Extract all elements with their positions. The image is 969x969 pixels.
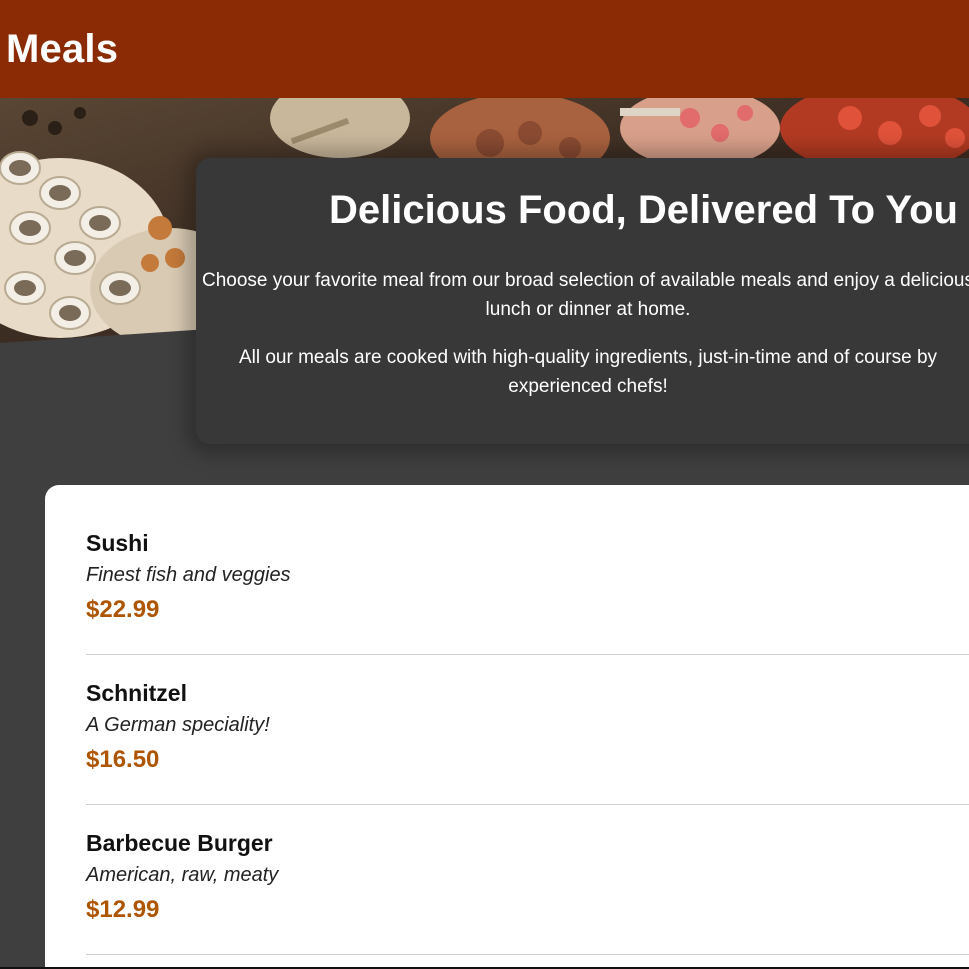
meals-list: Sushi Finest fish and veggies $22.99 Sch… <box>86 505 969 955</box>
app-header: Meals <box>0 0 969 98</box>
app-title: Meals <box>6 26 119 71</box>
meal-item-schnitzel: Schnitzel A German speciality! $16.50 <box>86 655 969 805</box>
meals-card: Sushi Finest fish and veggies $22.99 Sch… <box>45 485 969 969</box>
summary-paragraph-2: All our meals are cooked with high-quali… <box>238 347 938 397</box>
meal-name: Sushi <box>86 530 149 556</box>
summary-card: Delicious Food, Delivered To You Choose … <box>196 158 969 444</box>
meal-description: Finest fish and veggies <box>86 564 291 586</box>
meal-description: A German speciality! <box>86 714 270 736</box>
meal-item-sushi: Sushi Finest fish and veggies $22.99 <box>86 505 969 655</box>
meal-name: Barbecue Burger <box>86 830 273 856</box>
meal-price: $12.99 <box>86 896 160 923</box>
meal-name: Schnitzel <box>86 680 187 706</box>
meal-price: $16.50 <box>86 746 160 773</box>
summary-title: Delicious Food, Delivered To You <box>329 188 958 232</box>
meal-price: $22.99 <box>86 596 160 623</box>
meal-description: American, raw, meaty <box>86 864 279 886</box>
meal-item-barbecue-burger: Barbecue Burger American, raw, meaty $12… <box>86 805 969 955</box>
summary-paragraph-1: Choose your favorite meal from our broad… <box>201 270 969 320</box>
page: Meals Delicious Food, Delivered To You C… <box>0 0 969 969</box>
